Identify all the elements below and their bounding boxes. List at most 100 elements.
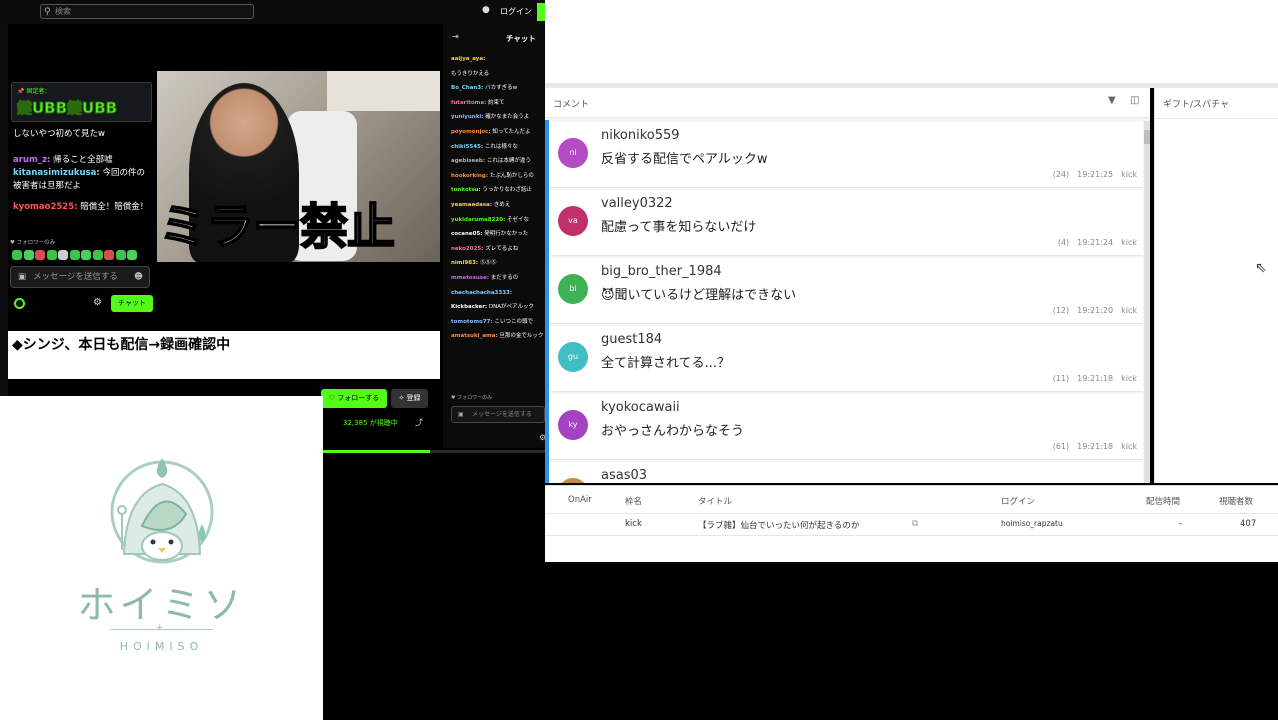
stream-table: OnAir 枠名 タイトル ログイン 配信時間 視聴者数 kick 【ラブ雑】仙… <box>545 485 1278 562</box>
comment-item[interactable]: va valley0322 配慮って事を知らないだけ (4) 19:21:24 kick <box>549 190 1143 256</box>
collapse-chat-icon[interactable]: ⇥ <box>452 32 459 41</box>
emote-icon[interactable] <box>23 250 34 260</box>
chat-text: DNAがペアルック <box>487 304 534 311</box>
chat-input-placeholder: メッセージを送信する <box>472 411 532 418</box>
emote-icon[interactable] <box>92 250 103 260</box>
chat-message: hookorking: たぶん恥かしらの <box>451 171 545 181</box>
comment-avatar: bi <box>558 274 588 304</box>
comment-meta: (61) 19:21:18 kick <box>1045 442 1137 451</box>
chat-message: chiki5545: これは様々な <box>451 142 545 152</box>
chat-user[interactable]: tomotomo77: <box>451 319 493 325</box>
chat-user[interactable]: yukidaruma8220: <box>451 217 505 223</box>
emote-icon[interactable] <box>69 250 80 260</box>
emote-icon[interactable] <box>115 250 126 260</box>
viewer-count: 32,385 が視聴中 <box>343 419 398 427</box>
copy-icon[interactable]: ⧉ <box>912 519 918 529</box>
comment-time: 19:21:18 <box>1077 442 1114 451</box>
comment-scrollbar[interactable] <box>1144 121 1150 483</box>
comment-platform: kick <box>1121 306 1137 315</box>
header-duration[interactable]: 配信時間 <box>1146 495 1180 507</box>
chat-user[interactable]: yeamaadasa: <box>451 202 492 208</box>
table-header-row: OnAir 枠名 タイトル ログイン 配信時間 視聴者数 <box>545 486 1278 514</box>
overlay-chat-text: 帰ること全部嘘 <box>50 155 113 165</box>
chat-message: chachachacha3333: <box>451 288 545 298</box>
header-login[interactable]: ログイン <box>1001 495 1035 507</box>
overlay-chat-button[interactable]: チャット <box>111 295 153 312</box>
chat-user[interactable]: cocane05: <box>451 231 483 237</box>
chat-user[interactable]: hookorking: <box>451 173 488 179</box>
comment-panel-title: コメント <box>553 100 590 110</box>
chat-text: これは様々な <box>483 143 518 150</box>
chat-user[interactable]: chiki5545: <box>451 144 483 150</box>
comment-item[interactable]: ky kyokocawaii おやっさんわからなそう (61) 19:21:18 kick <box>549 394 1143 460</box>
overlay-message-input[interactable]: ▣ メッセージを送信する ☻ <box>10 266 150 288</box>
chat-user[interactable]: Bo_Chan3: <box>451 85 483 91</box>
theme-icon[interactable]: ● <box>482 5 490 15</box>
chat-message: yukidaruma8220: そゼイな <box>451 215 545 225</box>
subscribe-button[interactable]: ✧ 登録 <box>391 389 428 408</box>
header-viewers[interactable]: 視聴者数 <box>1219 495 1253 507</box>
columns-icon[interactable]: ◫ <box>1130 95 1139 106</box>
chat-message: amatsuki_ama: 旦那の金でルック <box>451 331 545 341</box>
chat-text: これは本縛が違う <box>485 158 531 165</box>
comment-platform: kick <box>1121 238 1137 247</box>
chat-user[interactable]: poyomonjoc: <box>451 129 491 135</box>
comment-username: big_bro_ther_1984 <box>601 264 722 279</box>
progress-fill <box>323 450 430 453</box>
gear-icon[interactable]: ⚙ <box>93 297 102 308</box>
stream-video[interactable]: ミラー禁止 <box>157 71 440 262</box>
comment-item[interactable]: ni nikoniko559 反省する配信でペアルックw (24) 19:21:25 ki… <box>549 122 1143 188</box>
comment-avatar: ni <box>558 138 588 168</box>
filter-icon[interactable]: ▼ <box>1108 95 1116 106</box>
chat-user[interactable]: chachachacha3333: <box>451 290 512 296</box>
comment-item[interactable]: bi big_bro_ther_1984 😈聞いているけど理解はできない (12) 19… <box>549 258 1143 324</box>
overlay-chat-user[interactable]: kyomao2525: <box>13 202 78 212</box>
search-input[interactable]: ⚲ 検索 <box>40 4 254 19</box>
header-title[interactable]: タイトル <box>698 495 732 507</box>
chat-user[interactable]: neko2025: <box>451 246 483 252</box>
comment-time: 19:21:25 <box>1077 170 1114 179</box>
comment-count: (24) <box>1052 170 1070 179</box>
comment-text: 配慮って事を知らないだけ <box>601 220 757 235</box>
signup-button[interactable] <box>537 3 545 21</box>
chat-user[interactable]: amatsuki_ama: <box>451 333 498 339</box>
header-onair[interactable]: OnAir <box>568 495 592 505</box>
emote-icon[interactable] <box>12 250 22 260</box>
share-icon[interactable]: ⤴ <box>415 417 423 428</box>
chat-user[interactable]: aaijya_aya: <box>451 56 485 62</box>
emote-icon[interactable] <box>104 250 114 260</box>
chat-user[interactable]: tonkotsu: <box>451 187 481 193</box>
login-button[interactable]: ログイン <box>500 6 532 17</box>
chat-user[interactable]: Kickbacker: <box>451 304 487 310</box>
comment-item[interactable]: gu guest184 全て計算されてる...？ (11) 19:21:18 kick <box>549 326 1143 392</box>
logo-plus: + <box>156 623 164 633</box>
emote-icon[interactable] <box>81 250 91 260</box>
chat-user[interactable]: agebiseeb: <box>451 158 485 164</box>
chat-message-input[interactable]: ▣ メッセージを送信する <box>451 406 545 423</box>
chat-user[interactable]: nimi983: <box>451 260 478 266</box>
overlay-chat-user[interactable]: kitanasimizukusa: <box>13 168 100 178</box>
overlay-chat-user[interactable]: arum_z: <box>13 155 50 165</box>
emote-icon[interactable] <box>46 250 57 260</box>
follow-button[interactable]: ♡ フォローする <box>321 389 387 408</box>
emote-icon[interactable] <box>58 250 68 260</box>
emoji-icon[interactable]: ☻ <box>134 267 143 287</box>
comment-time: 19:21:24 <box>1077 238 1114 247</box>
comment-text: 全て計算されてる...？ <box>601 356 731 371</box>
overlay-chat-message: しないやつ初めて見たw <box>13 128 151 141</box>
chat-text: ⓈⓈⓈ <box>478 260 497 267</box>
left-nav-strip <box>0 24 8 396</box>
comment-item[interactable]: as asas03 <box>549 462 1143 483</box>
header-frame[interactable]: 枠名 <box>625 495 642 507</box>
chat-user[interactable]: yuniyunki: <box>451 114 483 120</box>
pinned-label: 📌 固定者： <box>17 88 51 95</box>
comment-text: おやっさんわからなそう <box>601 424 745 439</box>
scrollbar-thumb[interactable] <box>1144 130 1150 144</box>
chat-text: 知ってたんだよ <box>490 129 531 135</box>
chat-icon: ▣ <box>458 411 464 418</box>
table-row[interactable]: kick 【ラブ雑】仙台でいったい何が起きるのか ⧉ hoimiso_rapza… <box>545 514 1278 536</box>
emote-icon[interactable] <box>35 250 45 260</box>
chat-user[interactable]: futaritoma: <box>451 100 486 106</box>
chat-user[interactable]: mmetosuse: <box>451 275 489 281</box>
emote-icon[interactable] <box>127 250 137 260</box>
